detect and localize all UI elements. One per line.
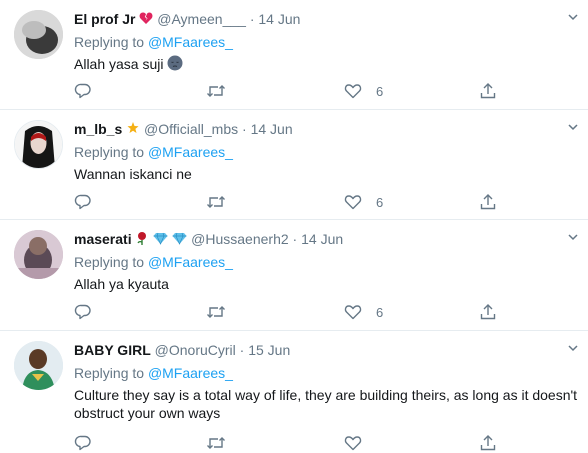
- retweet-icon: [207, 85, 225, 97]
- display-name[interactable]: maserati: [74, 231, 132, 247]
- dizzy-star-icon: [126, 121, 140, 139]
- like-count: 6: [376, 304, 384, 320]
- gem-icon: [153, 231, 168, 249]
- chevron-down-icon[interactable]: [566, 10, 580, 24]
- tweet-text: Wannan iskanci ne: [74, 166, 192, 182]
- reply-button[interactable]: [74, 192, 92, 212]
- retweet-button[interactable]: [206, 192, 226, 212]
- like-button[interactable]: 6: [344, 192, 383, 212]
- reply-icon: [74, 304, 91, 320]
- handle[interactable]: @Officiall_mbs: [144, 121, 238, 137]
- retweet-icon: [207, 437, 225, 449]
- tweet-header: m_lb_s @Officiall_mbs · 14 Jun: [74, 120, 293, 139]
- like-button[interactable]: 6: [344, 81, 383, 101]
- separator: ·: [292, 231, 298, 247]
- tweet-header: El prof Jr @Aymeen___ · 14 Jun: [74, 10, 300, 29]
- rose-icon: [135, 231, 149, 249]
- timestamp[interactable]: 14 Jun: [251, 121, 293, 137]
- share-button[interactable]: [479, 302, 497, 322]
- share-button[interactable]: [479, 433, 497, 453]
- mention-link[interactable]: @MFaarees_: [148, 365, 233, 381]
- handle[interactable]: @OnoruCyril: [155, 342, 236, 358]
- like-count: 6: [376, 194, 384, 210]
- separator: ·: [239, 342, 245, 358]
- display-name[interactable]: m_lb_s: [74, 121, 122, 137]
- reply-icon: [74, 435, 91, 451]
- replying-label: Replying to: [74, 254, 145, 270]
- retweet-button[interactable]: [206, 81, 226, 101]
- tweet-header: BABY GIRL @OnoruCyril · 15 Jun: [74, 341, 290, 359]
- mention-link[interactable]: @MFaarees_: [148, 34, 233, 50]
- heart-icon: [344, 305, 362, 320]
- tweet-text: Allah ya kyauta: [74, 276, 169, 292]
- share-button[interactable]: [479, 192, 497, 212]
- avatar[interactable]: [14, 230, 63, 279]
- replying-label: Replying to: [74, 365, 145, 381]
- retweet-button[interactable]: [206, 302, 226, 322]
- tweet-3[interactable]: maserati @Hussaenerh2 · 14 Jun Replying …: [0, 220, 588, 331]
- replying-label: Replying to: [74, 34, 145, 50]
- handle[interactable]: @Hussaenerh2: [191, 231, 289, 247]
- avatar[interactable]: [14, 120, 63, 169]
- replying-to: Replying to @MFaarees_: [74, 143, 233, 161]
- chevron-down-icon[interactable]: [566, 341, 580, 355]
- share-icon: [480, 194, 496, 210]
- replying-to: Replying to @MFaarees_: [74, 364, 233, 382]
- pensive-face-icon: [167, 55, 183, 75]
- replying-label: Replying to: [74, 144, 145, 160]
- chevron-down-icon[interactable]: [566, 120, 580, 134]
- heart-icon: [344, 436, 362, 451]
- chevron-down-icon[interactable]: [566, 230, 580, 244]
- display-name[interactable]: BABY GIRL: [74, 342, 151, 358]
- replying-to: Replying to @MFaarees_: [74, 253, 233, 271]
- display-name[interactable]: El prof Jr: [74, 11, 135, 27]
- tweet-text: Allah yasa suji: [74, 55, 574, 75]
- timestamp[interactable]: 14 Jun: [301, 231, 343, 247]
- retweet-icon: [207, 196, 225, 208]
- heart-icon: [344, 84, 362, 99]
- broken-heart-icon: [139, 11, 153, 29]
- tweet-actions: [74, 433, 514, 453]
- reply-button[interactable]: [74, 433, 92, 453]
- avatar[interactable]: [14, 341, 63, 390]
- share-icon: [480, 304, 496, 320]
- tweet-1[interactable]: El prof Jr @Aymeen___ · 14 Jun Replying …: [0, 0, 588, 110]
- tweet-actions: 6: [74, 302, 514, 322]
- separator: ·: [242, 121, 247, 137]
- separator: ·: [249, 11, 255, 27]
- tweet-actions: 6: [74, 81, 514, 101]
- retweet-button[interactable]: [206, 433, 226, 453]
- tweet-text-content: Allah yasa suji: [74, 56, 164, 72]
- reply-button[interactable]: [74, 302, 92, 322]
- mention-link[interactable]: @MFaarees_: [148, 254, 233, 270]
- like-button[interactable]: 6: [344, 302, 383, 322]
- avatar[interactable]: [14, 10, 63, 59]
- tweet-4[interactable]: BABY GIRL @OnoruCyril · 15 Jun Replying …: [0, 331, 588, 451]
- tweet-actions: 6: [74, 192, 514, 212]
- gem-icon: [172, 231, 187, 249]
- share-icon: [480, 435, 496, 451]
- share-button[interactable]: [479, 81, 497, 101]
- tweet-2[interactable]: m_lb_s @Officiall_mbs · 14 Jun Replying …: [0, 110, 588, 220]
- tweet-text: Culture they say is a total way of life,…: [74, 387, 578, 421]
- like-button[interactable]: [344, 433, 362, 453]
- reply-button[interactable]: [74, 81, 92, 101]
- tweet-header: maserati @Hussaenerh2 · 14 Jun: [74, 230, 343, 249]
- heart-icon: [344, 195, 362, 210]
- share-icon: [480, 83, 496, 99]
- retweet-icon: [207, 306, 225, 318]
- reply-icon: [74, 194, 91, 210]
- like-count: 6: [376, 83, 384, 99]
- timestamp[interactable]: 14 Jun: [258, 11, 300, 27]
- reply-icon: [74, 83, 91, 99]
- replying-to: Replying to @MFaarees_: [74, 33, 233, 51]
- handle[interactable]: @Aymeen___: [157, 11, 246, 27]
- timestamp[interactable]: 15 Jun: [248, 342, 290, 358]
- mention-link[interactable]: @MFaarees_: [148, 144, 233, 160]
